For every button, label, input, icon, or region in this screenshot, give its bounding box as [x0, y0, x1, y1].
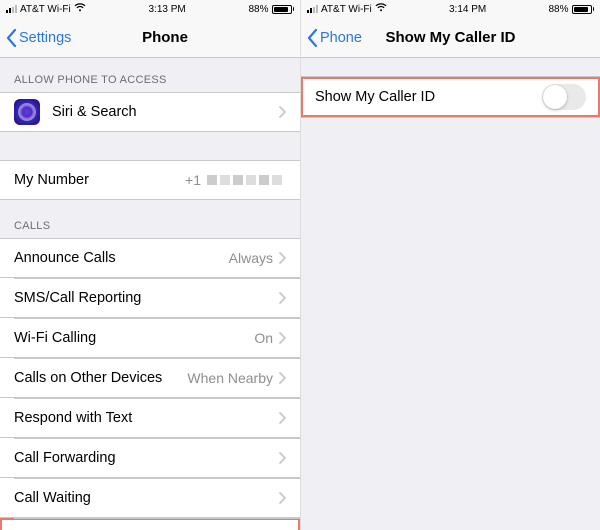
chevron-right-icon	[279, 106, 286, 118]
clock-label: 3:14 PM	[449, 4, 486, 15]
row-call-forwarding[interactable]: Call Forwarding	[0, 438, 300, 478]
row-label: Show My Caller ID	[315, 89, 542, 105]
row-show-caller-id[interactable]: Show My Caller ID	[0, 518, 300, 530]
status-bar: AT&T Wi-Fi 3:13 PM 88%	[0, 0, 300, 18]
nav-bar: Phone Show My Caller ID	[301, 18, 600, 58]
row-respond-text[interactable]: Respond with Text	[0, 398, 300, 438]
row-siri-search[interactable]: Siri & Search	[0, 92, 300, 132]
row-calls-other-devices[interactable]: Calls on Other Devices When Nearby	[0, 358, 300, 398]
row-label: SMS/Call Reporting	[14, 290, 279, 306]
row-label: Wi-Fi Calling	[14, 330, 254, 346]
chevron-right-icon	[279, 252, 286, 264]
row-wifi-calling[interactable]: Wi-Fi Calling On	[0, 318, 300, 358]
section-header-access: ALLOW PHONE TO ACCESS	[0, 58, 300, 92]
battery-percent: 88%	[248, 4, 268, 15]
my-number-prefix: +1	[185, 172, 201, 188]
row-label: My Number	[14, 172, 185, 188]
row-value: When Nearby	[187, 370, 273, 386]
row-value: Always	[229, 250, 273, 266]
battery-percent: 88%	[548, 4, 568, 15]
back-label: Phone	[320, 30, 362, 46]
clock-label: 3:13 PM	[148, 4, 185, 15]
row-label: Siri & Search	[52, 104, 279, 120]
row-show-caller-id-toggle[interactable]: Show My Caller ID	[301, 76, 600, 118]
redacted-number	[207, 175, 282, 185]
row-label: Respond with Text	[14, 410, 279, 426]
nav-bar: Settings Phone	[0, 18, 300, 58]
chevron-left-icon	[6, 29, 17, 47]
caller-id-switch[interactable]	[542, 84, 586, 110]
signal-icon	[307, 5, 318, 13]
section-header-calls: CALLS	[0, 200, 300, 238]
phone-settings-screen: AT&T Wi-Fi 3:13 PM 88% Settings Phone AL…	[0, 0, 300, 530]
chevron-right-icon	[279, 452, 286, 464]
chevron-left-icon	[307, 29, 318, 47]
row-announce-calls[interactable]: Announce Calls Always	[0, 238, 300, 278]
status-bar: AT&T Wi-Fi 3:14 PM 88%	[301, 0, 600, 18]
chevron-right-icon	[279, 412, 286, 424]
row-label: Announce Calls	[14, 250, 229, 266]
battery-icon	[572, 5, 595, 14]
carrier-label: AT&T Wi-Fi	[20, 4, 71, 15]
chevron-right-icon	[279, 372, 286, 384]
caller-id-screen: AT&T Wi-Fi 3:14 PM 88% Phone Show My Cal…	[300, 0, 600, 530]
caller-id-content: Show My Caller ID	[301, 58, 600, 530]
back-button[interactable]: Phone	[307, 29, 362, 47]
chevron-right-icon	[279, 332, 286, 344]
signal-icon	[6, 5, 17, 13]
row-call-waiting[interactable]: Call Waiting	[0, 478, 300, 518]
back-button[interactable]: Settings	[6, 29, 71, 47]
row-value: On	[254, 330, 273, 346]
row-label: Calls on Other Devices	[14, 370, 187, 386]
chevron-right-icon	[279, 492, 286, 504]
siri-icon	[14, 99, 40, 125]
row-my-number[interactable]: My Number +1	[0, 160, 300, 200]
wifi-icon	[74, 3, 86, 15]
wifi-icon	[375, 3, 387, 15]
row-sms-reporting[interactable]: SMS/Call Reporting	[0, 278, 300, 318]
back-label: Settings	[19, 30, 71, 46]
row-label: Call Waiting	[14, 490, 279, 506]
switch-knob	[543, 85, 567, 109]
battery-icon	[272, 5, 295, 14]
carrier-label: AT&T Wi-Fi	[321, 4, 372, 15]
settings-list[interactable]: ALLOW PHONE TO ACCESS Siri & Search My N…	[0, 58, 300, 530]
row-label: Call Forwarding	[14, 450, 279, 466]
chevron-right-icon	[279, 292, 286, 304]
